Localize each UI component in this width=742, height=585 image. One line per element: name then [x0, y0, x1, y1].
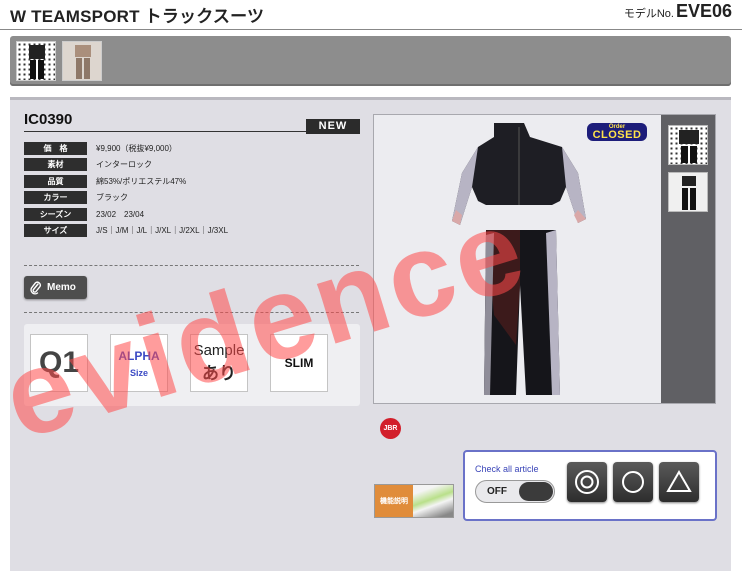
spec-value: インターロック: [96, 160, 152, 170]
double-circle-button[interactable]: [567, 462, 607, 502]
new-badge: NEW: [306, 119, 360, 134]
sample-label: Sample: [193, 342, 245, 359]
spec-label: 価 格: [24, 141, 87, 155]
spec-row-season: シーズン 23/02 23/04: [24, 206, 359, 223]
paperclip-icon: [30, 281, 41, 295]
spec-value: J/S｜J/M｜J/L｜J/XL｜J/2XL｜J/3XL: [96, 226, 229, 236]
memo-label: Memo: [47, 282, 76, 293]
toggle-state-label: OFF: [487, 486, 507, 497]
spec-label: シーズン: [24, 207, 87, 221]
page-header: W TEAMSPORT トラックスーツ モデルNo. EVE06: [0, 0, 742, 30]
spec-row-material: 素材 インターロック: [24, 157, 359, 174]
alpha-size-icon: ALPHA Size: [110, 334, 168, 392]
circle-icon: [622, 471, 644, 493]
sample-available-icon: Sample あり: [190, 334, 248, 392]
tracksuit-icon: [75, 45, 91, 79]
spec-value: ¥9,900（税抜¥9,000）: [96, 143, 177, 153]
spec-table: 価 格 ¥9,900（税抜¥9,000） 素材 インターロック 品質 綿53%/…: [24, 140, 359, 239]
size-label: Size: [129, 367, 148, 378]
product-image: [452, 123, 586, 395]
variant-thumbnail-bar: [10, 36, 731, 86]
memo-button[interactable]: Memo: [24, 276, 87, 299]
spec-label: カラー: [24, 191, 87, 205]
triangle-icon: [666, 470, 692, 492]
divider: [24, 265, 359, 266]
spec-label: 素材: [24, 158, 87, 172]
pattern-swatch-icon: [679, 130, 699, 163]
feature-explanation-label: 機能説明: [375, 485, 413, 517]
product-code: IC0390: [24, 111, 73, 128]
model-number: モデルNo. EVE06: [624, 1, 732, 22]
spec-label: 品質: [24, 174, 87, 188]
check-all-panel: Check all article OFF: [463, 450, 717, 521]
spec-row-size: サイズ J/S｜J/M｜J/L｜J/XL｜J/2XL｜J/3XL: [24, 223, 359, 240]
spec-value: 23/02 23/04: [96, 209, 145, 219]
variant-thumbnail-beige[interactable]: [62, 41, 102, 81]
spec-label: サイズ: [24, 224, 87, 238]
model-value: EVE06: [675, 1, 732, 21]
spec-value: 綿53%/ポリエステル47%: [96, 176, 187, 186]
spec-value: ブラック: [96, 193, 128, 203]
order-closed-badge: Order CLOSED: [587, 123, 647, 141]
product-detail-panel: IC0390 NEW 価 格 ¥9,900（税抜¥9,000） 素材 インターロ…: [10, 97, 731, 571]
q1-icon: Q1: [30, 334, 88, 392]
divider: [24, 312, 359, 313]
variant-thumbnail-black[interactable]: [16, 41, 56, 81]
feature-icons: Q1 ALPHA Size Sample あり SLIM: [24, 324, 360, 406]
product-image-viewer: Order CLOSED: [373, 114, 716, 404]
model-label: モデルNo.: [623, 8, 674, 20]
jbr-logo: JBR: [380, 418, 401, 439]
double-circle-icon: [575, 470, 599, 494]
alpha-label: ALPHA: [118, 348, 160, 363]
tracksuit-icon: [29, 45, 45, 79]
closed-label: CLOSED: [592, 129, 642, 141]
check-all-title: Check all article: [475, 464, 539, 474]
image-thumbnail-front[interactable]: [668, 172, 708, 212]
spec-row-color: カラー ブラック: [24, 190, 359, 207]
spec-row-quality: 品質 綿53%/ポリエステル47%: [24, 173, 359, 190]
slim-fit-icon: SLIM: [270, 334, 328, 392]
feature-explanation-image: [413, 485, 453, 517]
toggle-knob: [519, 482, 553, 501]
image-thumbnail-strip: [661, 115, 715, 403]
triangle-button[interactable]: [659, 462, 699, 502]
circle-button[interactable]: [613, 462, 653, 502]
spec-row-price: 価 格 ¥9,900（税抜¥9,000）: [24, 140, 359, 157]
page-title: W TEAMSPORT トラックスーツ: [10, 7, 265, 26]
image-thumbnail-pattern[interactable]: [668, 125, 708, 165]
check-all-toggle[interactable]: OFF: [475, 480, 555, 503]
feature-explanation-button[interactable]: 機能説明: [374, 484, 454, 518]
sample-available-label: あり: [202, 364, 236, 383]
tracksuit-icon: [682, 176, 696, 210]
